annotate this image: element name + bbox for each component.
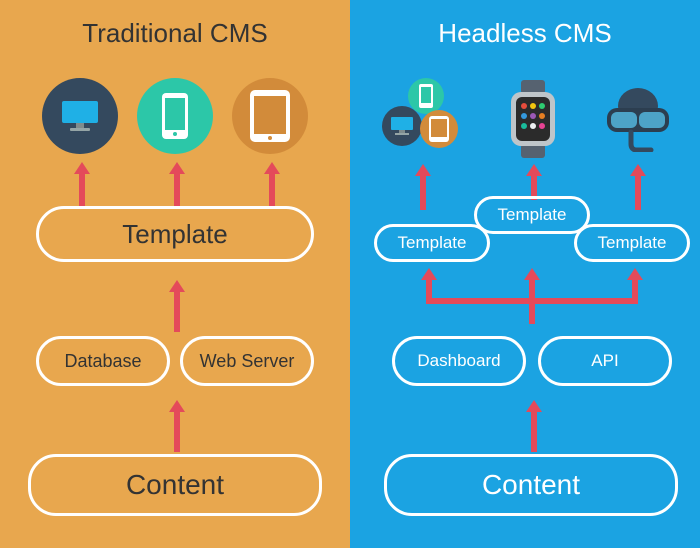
api-box: API (538, 336, 672, 386)
dashboard-box: Dashboard (392, 336, 526, 386)
smartwatch-icon (498, 78, 568, 160)
multi-device-icon (382, 78, 462, 158)
arrow-icon (415, 164, 431, 210)
content-box: Content (28, 454, 322, 516)
vr-headset-icon (598, 78, 678, 158)
traditional-cms-panel: Traditional CMS Template Database Web Se… (0, 0, 350, 548)
branching-arrow-icon (350, 268, 700, 330)
headless-cms-panel: Headless CMS (350, 0, 700, 548)
arrow-icon (169, 280, 185, 332)
arrow-icon (74, 162, 90, 206)
traditional-title: Traditional CMS (0, 18, 350, 49)
arrow-icon (169, 400, 185, 452)
content-box-right: Content (384, 454, 678, 516)
template-box-1: Template (374, 224, 490, 262)
headless-title: Headless CMS (350, 18, 700, 49)
arrow-icon (169, 162, 185, 206)
phone-icon (137, 78, 213, 154)
template-box-2: Template (474, 196, 590, 234)
arrow-icon (264, 162, 280, 206)
webserver-box: Web Server (180, 336, 314, 386)
tablet-icon (232, 78, 308, 154)
arrow-icon (630, 164, 646, 210)
database-box: Database (36, 336, 170, 386)
arrow-icon (526, 400, 542, 452)
template-box-3: Template (574, 224, 690, 262)
monitor-icon (42, 78, 118, 154)
arrow-icon (526, 164, 542, 200)
template-box: Template (36, 206, 314, 262)
